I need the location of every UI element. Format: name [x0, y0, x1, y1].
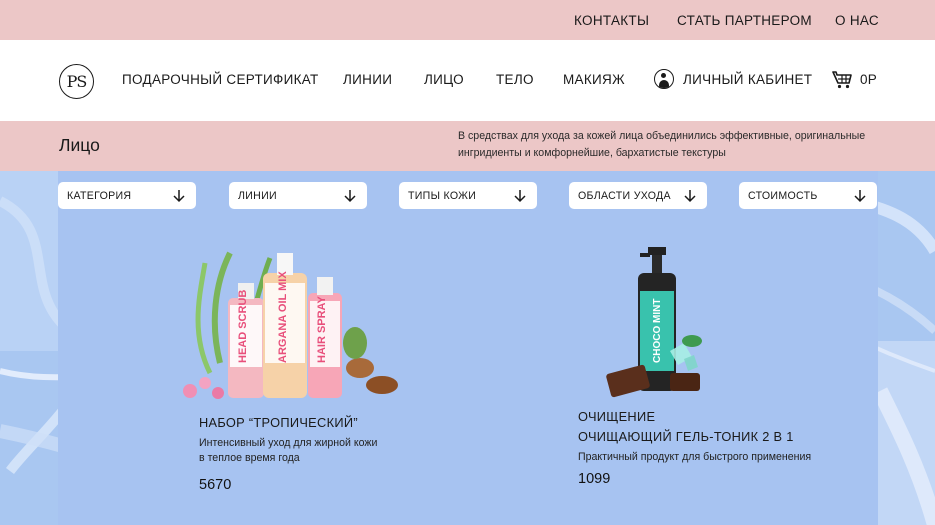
filter-label: ОБЛАСТИ УХОДА	[578, 190, 671, 202]
become-partner-link[interactable]: СТАТЬ ПАРТНЕРОМ	[677, 13, 812, 28]
arrow-down-icon	[854, 190, 866, 203]
filter-label: КАТЕГОРИЯ	[67, 190, 132, 202]
product-image-choco-mint[interactable]: CHOCO MINT	[600, 241, 730, 406]
nav-body[interactable]: ТЕЛО	[496, 72, 534, 87]
product-description: Практичный продукт для быстрого применен…	[578, 451, 812, 463]
page-description: В средствах для ухода за кожей лица объе…	[458, 130, 866, 159]
nav-lines[interactable]: ЛИНИИ	[343, 72, 392, 87]
filter-label: ТИПЫ КОЖИ	[408, 190, 477, 202]
top-bar: КОНТАКТЫ СТАТЬ ПАРТНЕРОМ О НАС	[0, 0, 935, 40]
cart-icon[interactable]	[832, 70, 852, 89]
bottle-label: HAIR SPRAY	[316, 296, 328, 363]
product-title[interactable]: НАБОР “ТРОПИЧЕСКИЙ”	[199, 413, 358, 433]
filter-label: ЛИНИИ	[238, 190, 277, 202]
product-title[interactable]: ОЧИЩАЮЩИЙ ГЕЛЬ-ТОНИК 2 В 1	[578, 427, 794, 447]
filter-label: СТОИМОСТЬ	[748, 190, 818, 202]
about-link[interactable]: О НАС	[835, 13, 879, 28]
product-description: в теплое время года	[199, 452, 300, 464]
cart-total[interactable]: 0Р	[860, 72, 877, 87]
arrow-down-icon	[173, 190, 185, 203]
bottle-label: CHOCO MINT	[652, 299, 663, 363]
category-header: Лицо В средствах для ухода за кожей лица…	[0, 121, 935, 171]
nav-makeup[interactable]: МАКИЯЖ	[563, 72, 625, 87]
contacts-link[interactable]: КОНТАКТЫ	[574, 13, 649, 28]
product-price: 1099	[578, 471, 611, 487]
user-icon[interactable]	[654, 69, 674, 89]
product-category[interactable]: ОЧИЩЕНИЕ	[578, 407, 655, 427]
nav-face[interactable]: ЛИЦО	[424, 72, 464, 87]
arrow-down-icon	[684, 190, 696, 203]
nav-gift-certificate[interactable]: ПОДАРОЧНЫЙ СЕРТИФИКАТ	[122, 72, 319, 87]
product-image-tropical-set[interactable]: HEAD SCRUB ARGANA OIL MIX HAIR SPRAY	[160, 243, 420, 403]
main-navbar: PS ПОДАРОЧНЫЙ СЕРТИФИКАТ ЛИНИИ ЛИЦО ТЕЛО…	[0, 40, 935, 121]
filter-price[interactable]: СТОИМОСТЬ	[739, 182, 877, 209]
filter-care-areas[interactable]: ОБЛАСТИ УХОДА	[569, 182, 707, 209]
product-price: 5670	[199, 477, 232, 493]
arrow-down-icon	[514, 190, 526, 203]
page-title: Лицо	[59, 135, 100, 155]
filter-lines[interactable]: ЛИНИИ	[229, 182, 367, 209]
filter-category[interactable]: КАТЕГОРИЯ	[58, 182, 196, 209]
nav-account[interactable]: ЛИЧНЫЙ КАБИНЕТ	[683, 72, 812, 87]
bottle-label: HEAD SCRUB	[237, 290, 249, 363]
arrow-down-icon	[344, 190, 356, 203]
logo[interactable]: PS	[59, 64, 94, 99]
catalog-area: КАТЕГОРИЯ ЛИНИИ ТИПЫ КОЖИ ОБЛАСТИ УХОДА …	[0, 171, 935, 525]
filter-skin-types[interactable]: ТИПЫ КОЖИ	[399, 182, 537, 209]
bottle-label: ARGANA OIL MIX	[277, 271, 289, 363]
